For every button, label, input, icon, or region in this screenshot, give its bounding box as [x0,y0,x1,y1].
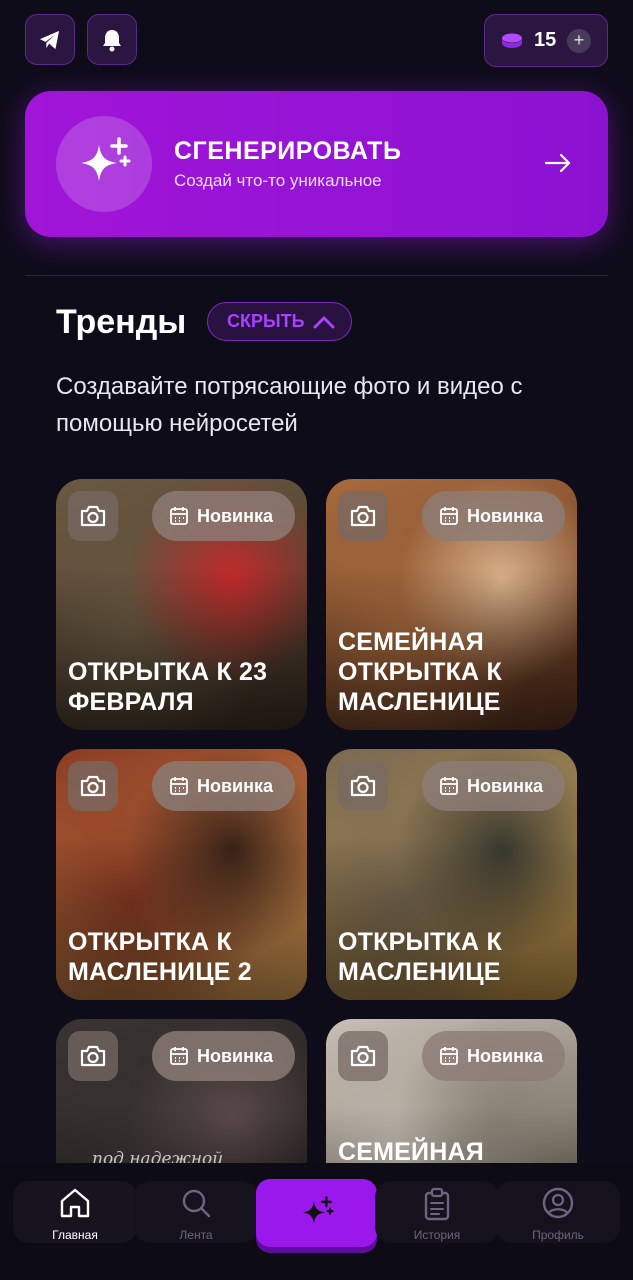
camera-icon [338,761,388,811]
card-title: Открытка к 23 февраля [68,658,268,716]
camera-icon-glyph [350,505,376,527]
calendar-icon [440,1047,458,1065]
new-badge: Новинка [152,491,295,541]
camera-icon-glyph [350,1045,376,1067]
nav-profile-label: Профиль [532,1228,584,1242]
bell-icon [103,29,121,51]
card-title: Открытка к масленице [338,928,502,986]
badge-label: Новинка [467,505,544,526]
sparkles-icon [302,1196,334,1224]
calendar-icon [170,507,188,525]
badge-label: Новинка [197,505,274,526]
chevron-up-icon [313,316,335,328]
card-title: Открытка к масленице 2 [68,928,252,986]
generate-button[interactable]: СГЕНЕРИРОВАТЬ Создай что-то уникальное [25,91,608,237]
nav-generate-button[interactable] [256,1179,377,1247]
trend-card[interactable]: Новинка Открытка к масленице 2 [56,749,307,1000]
calendar-icon [440,507,458,525]
divider [25,275,608,276]
trend-card[interactable]: Новинка под надежной защитой [56,1019,307,1163]
home-icon [60,1188,90,1218]
card-caption: под надежной защитой [92,1149,224,1163]
nav-feed-label: Лента [179,1228,213,1242]
sparkles-icon [81,137,131,181]
camera-icon [338,491,388,541]
generate-title: СГЕНЕРИРОВАТЬ [174,137,402,165]
bottom-navigation: Главная Лента История Профиль [0,1163,633,1280]
telegram-button[interactable] [25,14,75,65]
coins-balance[interactable]: 15 + [484,14,608,67]
badge-label: Новинка [467,1045,544,1066]
coins-icon [502,33,522,48]
calendar-icon [440,777,458,795]
hide-trends-button[interactable]: СКРЫТЬ [207,302,352,341]
camera-icon [68,491,118,541]
clipboard-icon [424,1187,450,1221]
nav-home-label: Главная [52,1228,98,1242]
nav-profile[interactable]: Профиль [496,1181,620,1243]
search-icon [182,1189,211,1218]
trend-card[interactable]: Новинка Семейная [326,1019,577,1163]
camera-icon [68,761,118,811]
trends-description: Создавайте потрясающие фото и видео с по… [56,373,523,437]
nav-home[interactable]: Главная [13,1181,137,1243]
trends-title: Тренды [56,303,187,341]
trend-card[interactable]: Новинка Открытка к масленице [326,749,577,1000]
badge-label: Новинка [197,1045,274,1066]
new-badge: Новинка [152,761,295,811]
telegram-icon [40,30,60,49]
new-badge: Новинка [422,491,565,541]
nav-history-label: История [413,1228,461,1242]
top-bar: 15 + [25,14,608,67]
coins-count: 15 [534,29,557,51]
trend-card[interactable]: Новинка Семейная открытка к масленице [326,479,577,730]
badge-label: Новинка [197,775,274,796]
hide-label: СКРЫТЬ [227,311,305,331]
sparkles-icon-container [56,116,152,212]
generate-subtitle: Создай что-то уникальное [174,171,382,190]
new-badge: Новинка [152,1031,295,1081]
nav-history[interactable]: История [375,1181,499,1243]
card-title: Семейная [338,1138,484,1163]
calendar-icon [170,777,188,795]
camera-icon-glyph [80,1045,106,1067]
new-badge: Новинка [422,761,565,811]
add-coins-button[interactable]: + [567,29,591,53]
card-title: Семейная открытка к масленице [338,628,502,716]
new-badge: Новинка [422,1031,565,1081]
camera-icon [338,1031,388,1081]
arrow-right-icon [544,153,571,173]
notifications-button[interactable] [87,14,137,65]
camera-icon-glyph [80,505,106,527]
user-icon [542,1187,574,1219]
camera-icon-glyph [350,775,376,797]
camera-icon-glyph [80,775,106,797]
nav-feed[interactable]: Лента [134,1181,258,1243]
trend-card[interactable]: Новинка Открытка к 23 февраля [56,479,307,730]
camera-icon [68,1031,118,1081]
trends-grid: Новинка Открытка к 23 февраля Новинка Се… [56,479,577,1163]
badge-label: Новинка [467,775,544,796]
calendar-icon [170,1047,188,1065]
